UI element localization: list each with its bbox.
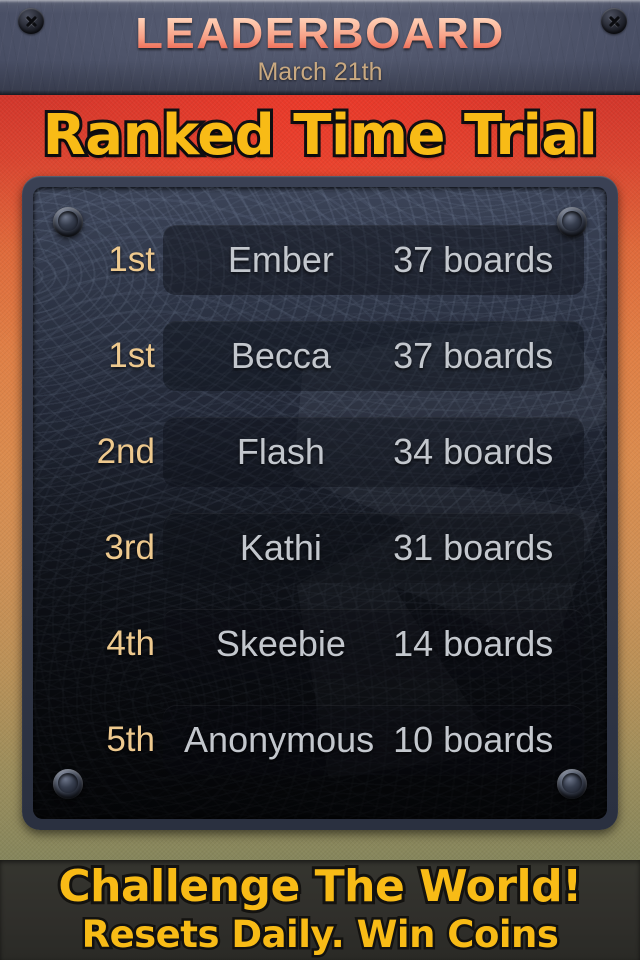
header-bar: LEADERBOARD March 21th (0, 0, 640, 95)
player-score: 14 boards (393, 623, 554, 664)
leaderboard-row: 1st Ember 37 boards (33, 225, 607, 295)
leaderboard-panel-inner: 1st Ember 37 boards 1st Becca 37 boards 2nd Fla… (33, 187, 607, 819)
rivet-icon-bottom-right (557, 769, 587, 799)
leaderboard-row: 2nd Flash 34 boards (33, 417, 607, 487)
rank-label: 1st (108, 240, 155, 279)
player-score: 34 boards (393, 431, 554, 472)
footer-bar: Challenge The World! Resets Daily. Win C… (0, 860, 640, 960)
leaderboard-row-pill: Skeebie 14 boards (163, 609, 584, 679)
leaderboard-row: 5th Anonymous 10 boards (33, 705, 607, 775)
leaderboard-row-pill: Ember 37 boards (163, 225, 584, 295)
player-score: 37 boards (393, 239, 554, 280)
footer-headline: Challenge The World! (55, 860, 585, 915)
page-title: LEADERBOARD (0, 9, 640, 59)
leaderboard-row: 4th Skeebie 14 boards (33, 609, 607, 679)
leaderboard-row: 3rd Kathi 31 boards (33, 513, 607, 583)
footer-subline: Resets Daily. Win Coins (79, 911, 561, 959)
leaderboard-row: 1st Becca 37 boards (33, 321, 607, 391)
rivet-icon-top-left (53, 207, 83, 237)
game-mode-title: Ranked Time Trial (40, 100, 601, 171)
player-name: Becca (230, 335, 331, 376)
leaderboard-rows: 1st Ember 37 boards 1st Becca 37 boards 2nd Fla… (33, 187, 607, 819)
leaderboard-panel: 1st Ember 37 boards 1st Becca 37 boards 2nd Fla… (22, 176, 618, 830)
rank-label: 4th (106, 624, 155, 663)
leaderboard-row-pill: Flash 34 boards (163, 417, 584, 487)
rank-label: 1st (108, 336, 155, 375)
rivet-icon-top-right (557, 207, 587, 237)
player-score: 10 boards (393, 719, 554, 760)
header-highlight (0, 0, 640, 3)
leaderboard-row-pill: Kathi 31 boards (163, 513, 584, 583)
player-name: Skeebie (215, 623, 346, 664)
rank-label: 2nd (96, 432, 155, 471)
player-score: 31 boards (393, 527, 554, 568)
rivet-icon-bottom-left (53, 769, 83, 799)
player-name: Ember (227, 239, 334, 280)
player-name: Anonymous (184, 719, 375, 760)
leaderboard-screen: LEADERBOARD March 21th Ranked Time Trial… (0, 0, 640, 960)
player-name: Kathi (239, 527, 322, 568)
leaderboard-date: March 21th (257, 58, 383, 86)
rank-label: 3rd (104, 528, 155, 567)
leaderboard-row-pill: Becca 37 boards (163, 321, 584, 391)
rank-label: 5th (106, 720, 155, 759)
player-score: 37 boards (393, 335, 554, 376)
leaderboard-row-pill: Anonymous 10 boards (163, 705, 584, 775)
player-name: Flash (236, 431, 325, 472)
